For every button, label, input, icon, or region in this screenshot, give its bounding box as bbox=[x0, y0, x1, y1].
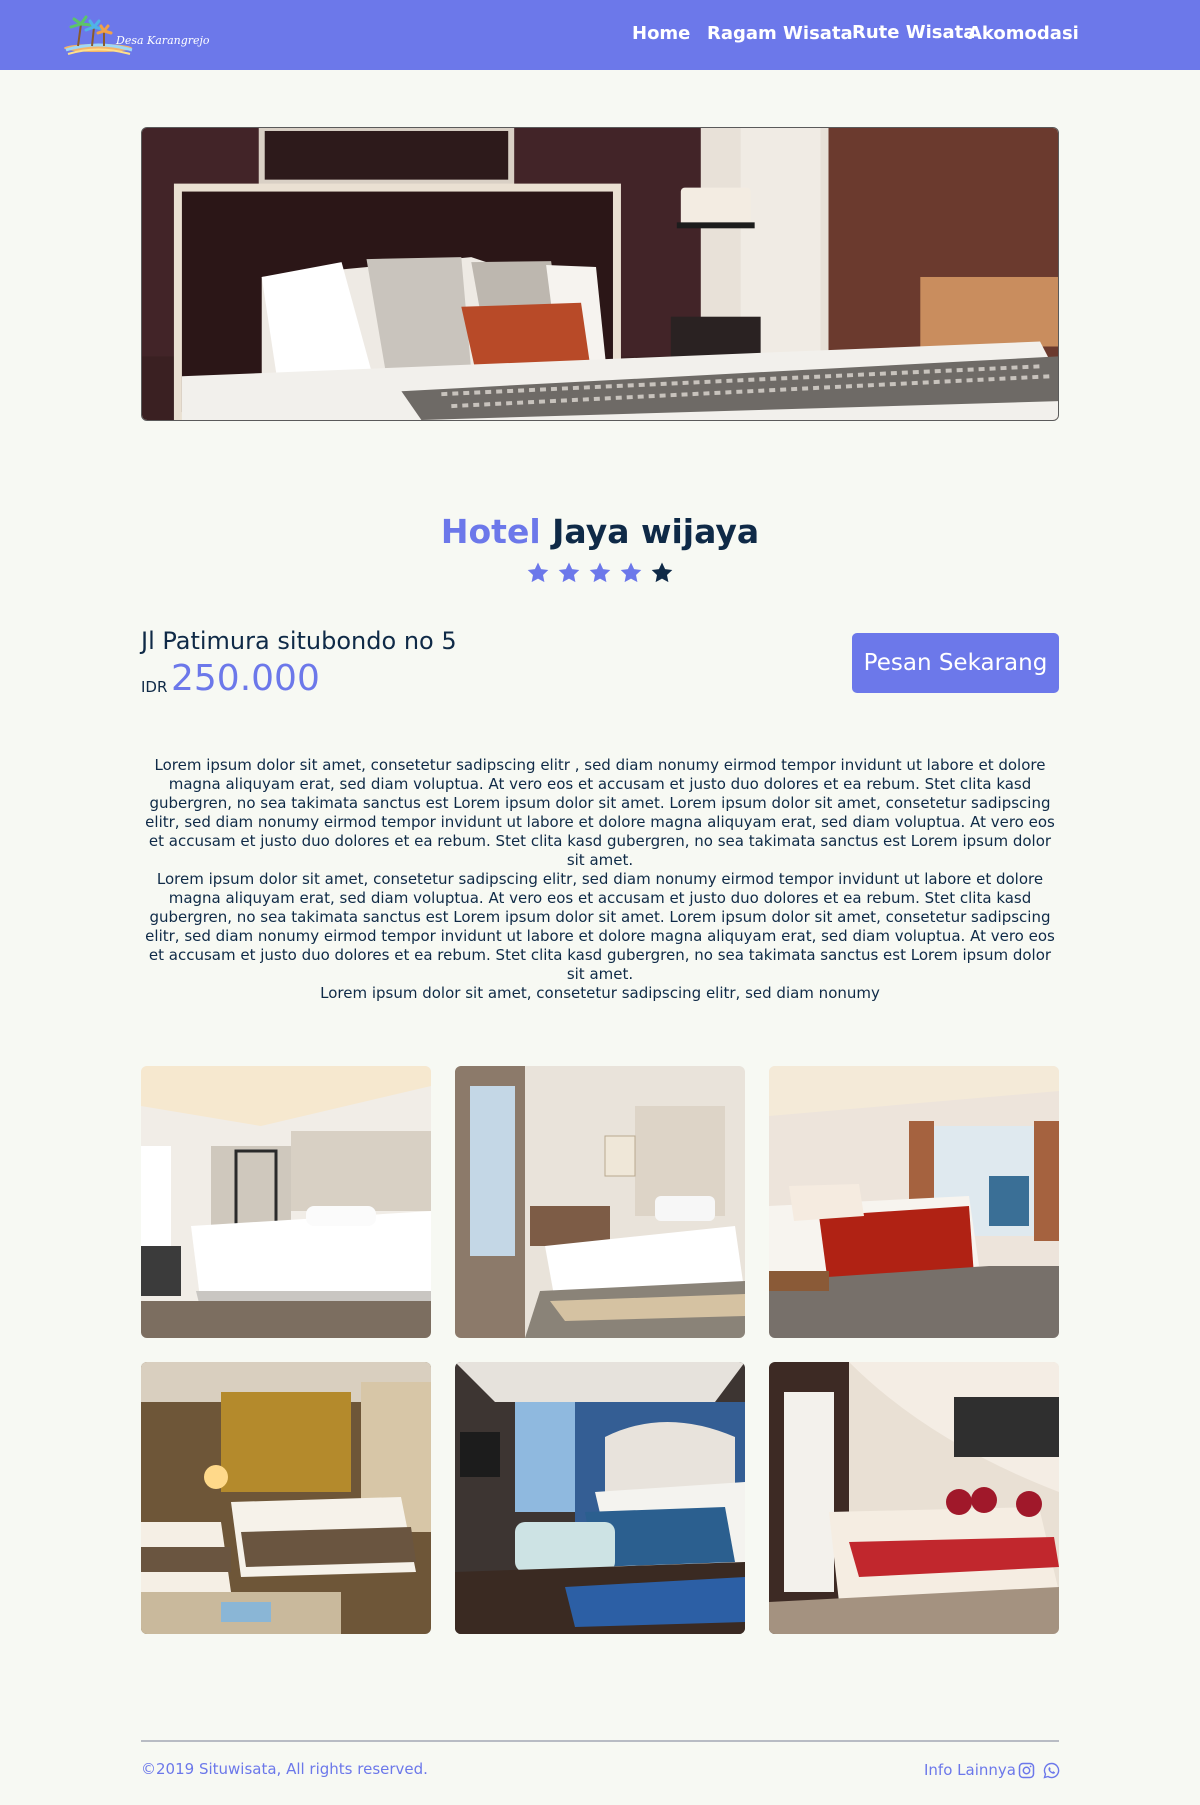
description-paragraph: Lorem ipsum dolor sit amet, consetetur s… bbox=[145, 870, 1055, 983]
gallery-photo[interactable] bbox=[455, 1362, 745, 1634]
book-now-button[interactable]: Pesan Sekarang bbox=[852, 633, 1059, 693]
price-value: 250.000 bbox=[171, 658, 320, 699]
nav-akomodasi[interactable]: Akomodasi bbox=[968, 23, 1079, 47]
nav-rute-wisata[interactable]: Rute Wisata bbox=[852, 22, 975, 46]
instagram-icon[interactable] bbox=[1018, 1762, 1035, 1779]
gallery-photo[interactable] bbox=[455, 1066, 745, 1338]
hero-image bbox=[141, 127, 1059, 421]
price-currency: IDR bbox=[141, 678, 168, 696]
room-photo-1 bbox=[141, 1066, 431, 1338]
logo-text: Desa Karangrejo bbox=[116, 34, 210, 47]
gallery-photo[interactable] bbox=[141, 1362, 431, 1634]
nav-ragam-wisata[interactable]: Ragam Wisata bbox=[707, 23, 853, 47]
star-icon bbox=[620, 562, 642, 583]
hotel-name: Jaya wijaya bbox=[552, 512, 760, 551]
hotel-description: Lorem ipsum dolor sit amet, consetetur s… bbox=[141, 756, 1059, 1003]
navbar: Desa Karangrejo Home Ragam Wisata Rute W… bbox=[0, 0, 1200, 70]
star-rating bbox=[522, 561, 678, 587]
footer-divider bbox=[141, 1740, 1059, 1742]
description-paragraph: Lorem ipsum dolor sit amet, consetetur s… bbox=[145, 756, 1055, 869]
room-photo-5 bbox=[455, 1362, 745, 1634]
star-icon bbox=[651, 562, 673, 583]
room-photo-2 bbox=[455, 1066, 745, 1338]
gallery-photo[interactable] bbox=[769, 1066, 1059, 1338]
description-paragraph: Lorem ipsum dolor sit amet, consetetur s… bbox=[320, 984, 880, 1002]
footer-copyright: ©2019 Situwisata, All rights reserved. bbox=[141, 1760, 428, 1778]
logo[interactable]: Desa Karangrejo bbox=[64, 14, 210, 56]
hotel-address: Jl Patimura situbondo no 5 bbox=[141, 627, 457, 655]
hotel-title: Hotel Jaya wijaya bbox=[0, 512, 1200, 551]
hotel-room-photo bbox=[142, 128, 1058, 420]
room-photo-6 bbox=[769, 1362, 1059, 1634]
nav-home[interactable]: Home bbox=[632, 23, 690, 47]
star-icon bbox=[589, 562, 611, 583]
star-icon bbox=[527, 562, 549, 583]
gallery-photo[interactable] bbox=[141, 1066, 431, 1338]
whatsapp-icon[interactable] bbox=[1043, 1762, 1060, 1779]
info-lainnya-link[interactable]: Info Lainnya bbox=[924, 1761, 1016, 1779]
hotel-title-prefix: Hotel bbox=[440, 512, 541, 551]
room-photo-4 bbox=[141, 1362, 431, 1634]
gallery-photo[interactable] bbox=[769, 1362, 1059, 1634]
star-icon bbox=[558, 562, 580, 583]
room-photo-3 bbox=[769, 1066, 1059, 1338]
